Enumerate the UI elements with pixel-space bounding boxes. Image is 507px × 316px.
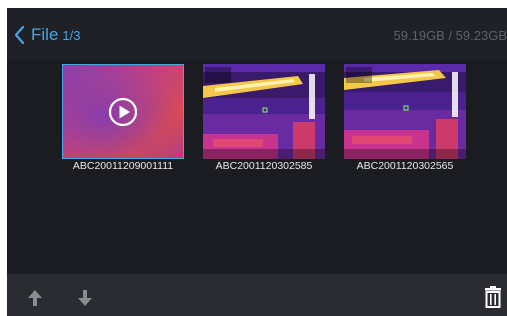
header: File 1/3 59.19GB / 59.23GB: [7, 8, 507, 60]
arrow-up-icon[interactable]: [25, 286, 45, 308]
arrow-down-icon[interactable]: [75, 286, 95, 308]
file-name: ABC2001120302585: [215, 160, 313, 172]
back-button[interactable]: File 1/3: [13, 24, 103, 46]
file-thumbnail-image[interactable]: [344, 64, 466, 159]
trash-icon[interactable]: [483, 286, 503, 308]
file-name: ABC20011209001111: [72, 160, 174, 172]
back-label: File: [31, 25, 59, 44]
screen: File 1/3 59.19GB / 59.23GB ABC2001120900…: [7, 8, 507, 316]
footer-toolbar: [7, 274, 507, 316]
play-icon[interactable]: [108, 97, 138, 127]
file-name: ABC2001120302565: [356, 160, 454, 172]
page-indicator: 1/3: [62, 27, 81, 43]
file-thumbnail-video[interactable]: [62, 64, 184, 159]
file-grid: ABC20011209001111 ABC2001120302585 ABC20…: [7, 60, 507, 270]
chevron-left-icon: [13, 25, 25, 45]
file-thumbnail-image[interactable]: [203, 64, 325, 159]
storage-usage: 59.19GB / 59.23GB: [393, 28, 507, 43]
